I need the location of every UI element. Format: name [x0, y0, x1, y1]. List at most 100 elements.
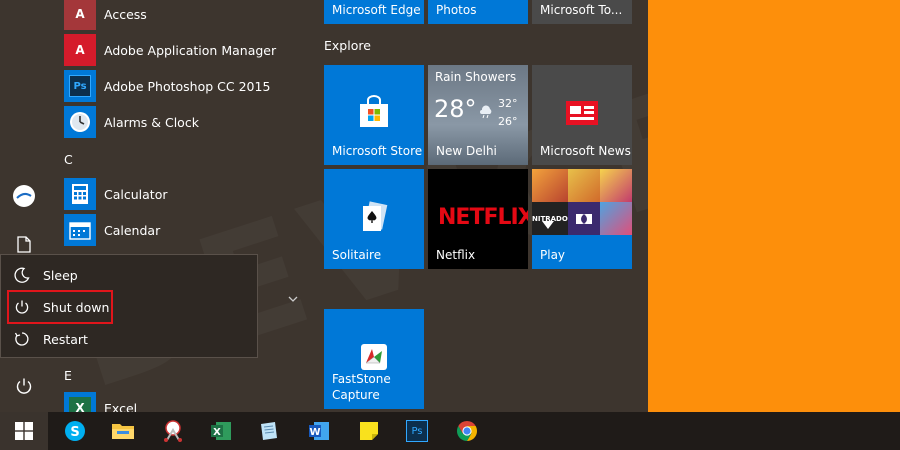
taskbar-word[interactable]: W	[296, 412, 342, 450]
sleep-label: Sleep	[43, 267, 78, 283]
taskbar-sticky-notes[interactable]	[346, 412, 392, 450]
tile-microsoft-to-do[interactable]: Microsoft To...	[532, 0, 632, 24]
app-alarms-clock[interactable]: Alarms & Clock	[64, 104, 199, 140]
tile-label: Microsoft Store	[332, 144, 423, 158]
group-title-explore: Explore	[324, 38, 371, 53]
tile-label: Microsoft News	[540, 144, 631, 158]
cards-icon	[363, 201, 388, 231]
weather-high: 32°	[498, 97, 518, 110]
weather-condition: Rain Showers	[435, 70, 517, 84]
netflix-logo: NETFLIX	[438, 205, 528, 230]
taskbar-photoshop[interactable]: Ps	[394, 412, 440, 450]
calendar-icon	[64, 214, 96, 246]
tile-label-line1: FastStone	[332, 372, 391, 386]
tile-faststone-capture[interactable]: FastStone Capture	[324, 309, 424, 409]
taskbar-snipping-tool[interactable]	[150, 412, 196, 450]
news-icon	[566, 101, 598, 125]
tile-netflix[interactable]: NETFLIX Netflix	[428, 169, 528, 269]
sleep-option[interactable]: Sleep	[1, 259, 257, 291]
weather-low: 26°	[498, 115, 518, 128]
tile-label-line2: Capture	[332, 388, 380, 402]
taskbar-chrome[interactable]	[444, 412, 490, 450]
adobe-icon: A	[64, 34, 96, 66]
taskbar-file-explorer[interactable]	[100, 412, 146, 450]
tile-label: Microsoft To...	[540, 3, 623, 17]
calculator-icon	[64, 178, 96, 210]
shut-down-highlight	[7, 290, 113, 324]
app-label: Calculator	[104, 186, 168, 202]
app-label: Excel	[104, 400, 138, 413]
app-calculator[interactable]: Calculator	[64, 176, 167, 212]
tile-label: Play	[540, 248, 566, 262]
excel-icon: X	[64, 392, 96, 412]
dolby-icon	[575, 213, 592, 224]
tile-microsoft-news[interactable]: Microsoft News	[532, 65, 632, 165]
app-adobe-photoshop[interactable]: Ps Adobe Photoshop CC 2015	[64, 68, 270, 104]
app-access[interactable]: A Access	[64, 0, 147, 32]
taskbar-notepad[interactable]	[246, 412, 292, 450]
weather-city: New Delhi	[436, 144, 497, 158]
start-button[interactable]	[0, 412, 48, 450]
app-calendar[interactable]: Calendar	[64, 212, 160, 248]
moon-icon	[1, 267, 43, 283]
tile-label: FastStone Capture	[332, 371, 391, 403]
taskbar: S X W Ps	[0, 412, 900, 450]
tile-solitaire[interactable]: Solitaire	[324, 169, 424, 269]
restart-label: Restart	[43, 331, 88, 347]
app-label: Adobe Application Manager	[104, 42, 277, 58]
photoshop-icon: Ps	[64, 70, 96, 102]
tile-microsoft-edge[interactable]: Microsoft Edge	[324, 0, 424, 24]
app-excel[interactable]: X Excel	[64, 390, 137, 412]
section-letter-c[interactable]: C	[64, 152, 73, 167]
windows-logo-icon	[15, 422, 33, 440]
restart-icon	[1, 331, 43, 347]
tile-weather[interactable]: Rain Showers 28° 32° 26° New Delhi	[428, 65, 528, 165]
faststone-icon	[361, 344, 387, 370]
excel-icon: X	[211, 422, 231, 440]
svg-text:X: X	[213, 427, 221, 438]
game-thumb	[532, 169, 568, 202]
access-icon: A	[64, 0, 96, 30]
app-label: Access	[104, 6, 147, 22]
sticky-notes-icon	[360, 422, 378, 440]
excel-glyph: X	[69, 397, 91, 412]
skype-icon: S	[65, 421, 85, 441]
app-adobe-application-manager[interactable]: A Adobe Application Manager	[64, 32, 276, 68]
file-explorer-icon	[112, 424, 134, 439]
app-label: Adobe Photoshop CC 2015	[104, 78, 271, 94]
game-thumb	[567, 202, 600, 235]
restart-option[interactable]: Restart	[1, 323, 257, 355]
app-label: Calendar	[104, 222, 161, 238]
game-thumb	[567, 169, 600, 202]
taskbar-skype[interactable]: S	[52, 412, 98, 450]
tile-label: Microsoft Edge	[332, 3, 421, 17]
weather-temp: 28°	[434, 95, 477, 123]
tile-label: Photos	[436, 3, 477, 17]
svg-text:W: W	[309, 427, 320, 438]
chevron-down-icon[interactable]	[288, 296, 298, 303]
section-letter-e[interactable]: E	[64, 368, 72, 383]
game-thumb	[599, 169, 632, 202]
alarm-clock-icon	[64, 106, 96, 138]
rain-icon	[480, 105, 492, 119]
game-thumb	[599, 202, 632, 235]
power-icon	[16, 378, 32, 394]
taskbar-excel[interactable]: X	[198, 412, 244, 450]
tile-microsoft-store[interactable]: Microsoft Store	[324, 65, 424, 165]
tiles-area: Microsoft Edge Photos Microsoft To... Ex…	[310, 0, 648, 412]
notepad-icon	[261, 422, 277, 440]
tile-photos[interactable]: Photos	[428, 0, 528, 24]
store-bag-icon	[360, 95, 388, 127]
tile-play[interactable]: NITRADO Play	[532, 169, 632, 269]
avatar-icon	[13, 185, 35, 207]
tile-label: Solitaire	[332, 248, 382, 262]
xbox-play-icon	[542, 221, 554, 229]
user-avatar[interactable]	[0, 176, 48, 216]
document-icon	[17, 235, 31, 253]
chrome-icon	[457, 421, 477, 441]
photoshop-icon: Ps	[406, 420, 428, 442]
snipping-tool-icon	[164, 420, 182, 442]
photoshop-glyph: Ps	[69, 75, 91, 97]
power-button[interactable]	[0, 366, 48, 406]
start-menu: DEVICE A Access A Adobe Application Mana…	[0, 0, 648, 412]
